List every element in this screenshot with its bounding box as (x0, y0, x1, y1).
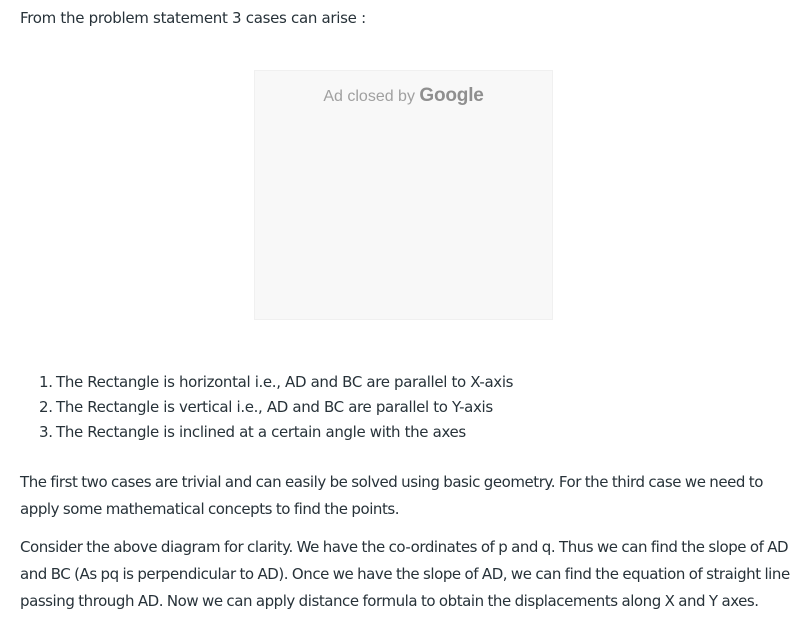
list-item-text: The Rectangle is inclined at a certain a… (56, 423, 466, 441)
list-item: 3. The Rectangle is inclined at a certain… (20, 421, 513, 446)
list-item: 2. The Rectangle is vertical i.e., AD and… (20, 396, 513, 421)
google-logo: Google (419, 85, 484, 106)
list-item-text: The Rectangle is horizontal i.e., AD and… (56, 373, 514, 391)
paragraph-diagram-explanation: Consider the above diagram for clarity. … (20, 538, 790, 610)
cases-list: 1. The Rectangle is horizontal i.e., AD a… (20, 371, 513, 446)
list-item-text: The Rectangle is vertical i.e., AD and B… (56, 398, 493, 416)
list-item: 1. The Rectangle is horizontal i.e., AD a… (20, 371, 513, 396)
ad-closed-label: Ad closed by Google (255, 85, 552, 107)
list-item-number: 2. (39, 398, 53, 416)
ad-placeholder: Ad closed by Google (254, 70, 553, 320)
ad-closed-text: Ad closed by (323, 88, 415, 105)
paragraph-trivial-cases: The first two cases are trivial and can … (20, 473, 763, 518)
intro-text: From the problem statement 3 cases can a… (20, 9, 366, 27)
list-item-number: 1. (39, 373, 53, 391)
list-item-number: 3. (39, 423, 53, 441)
